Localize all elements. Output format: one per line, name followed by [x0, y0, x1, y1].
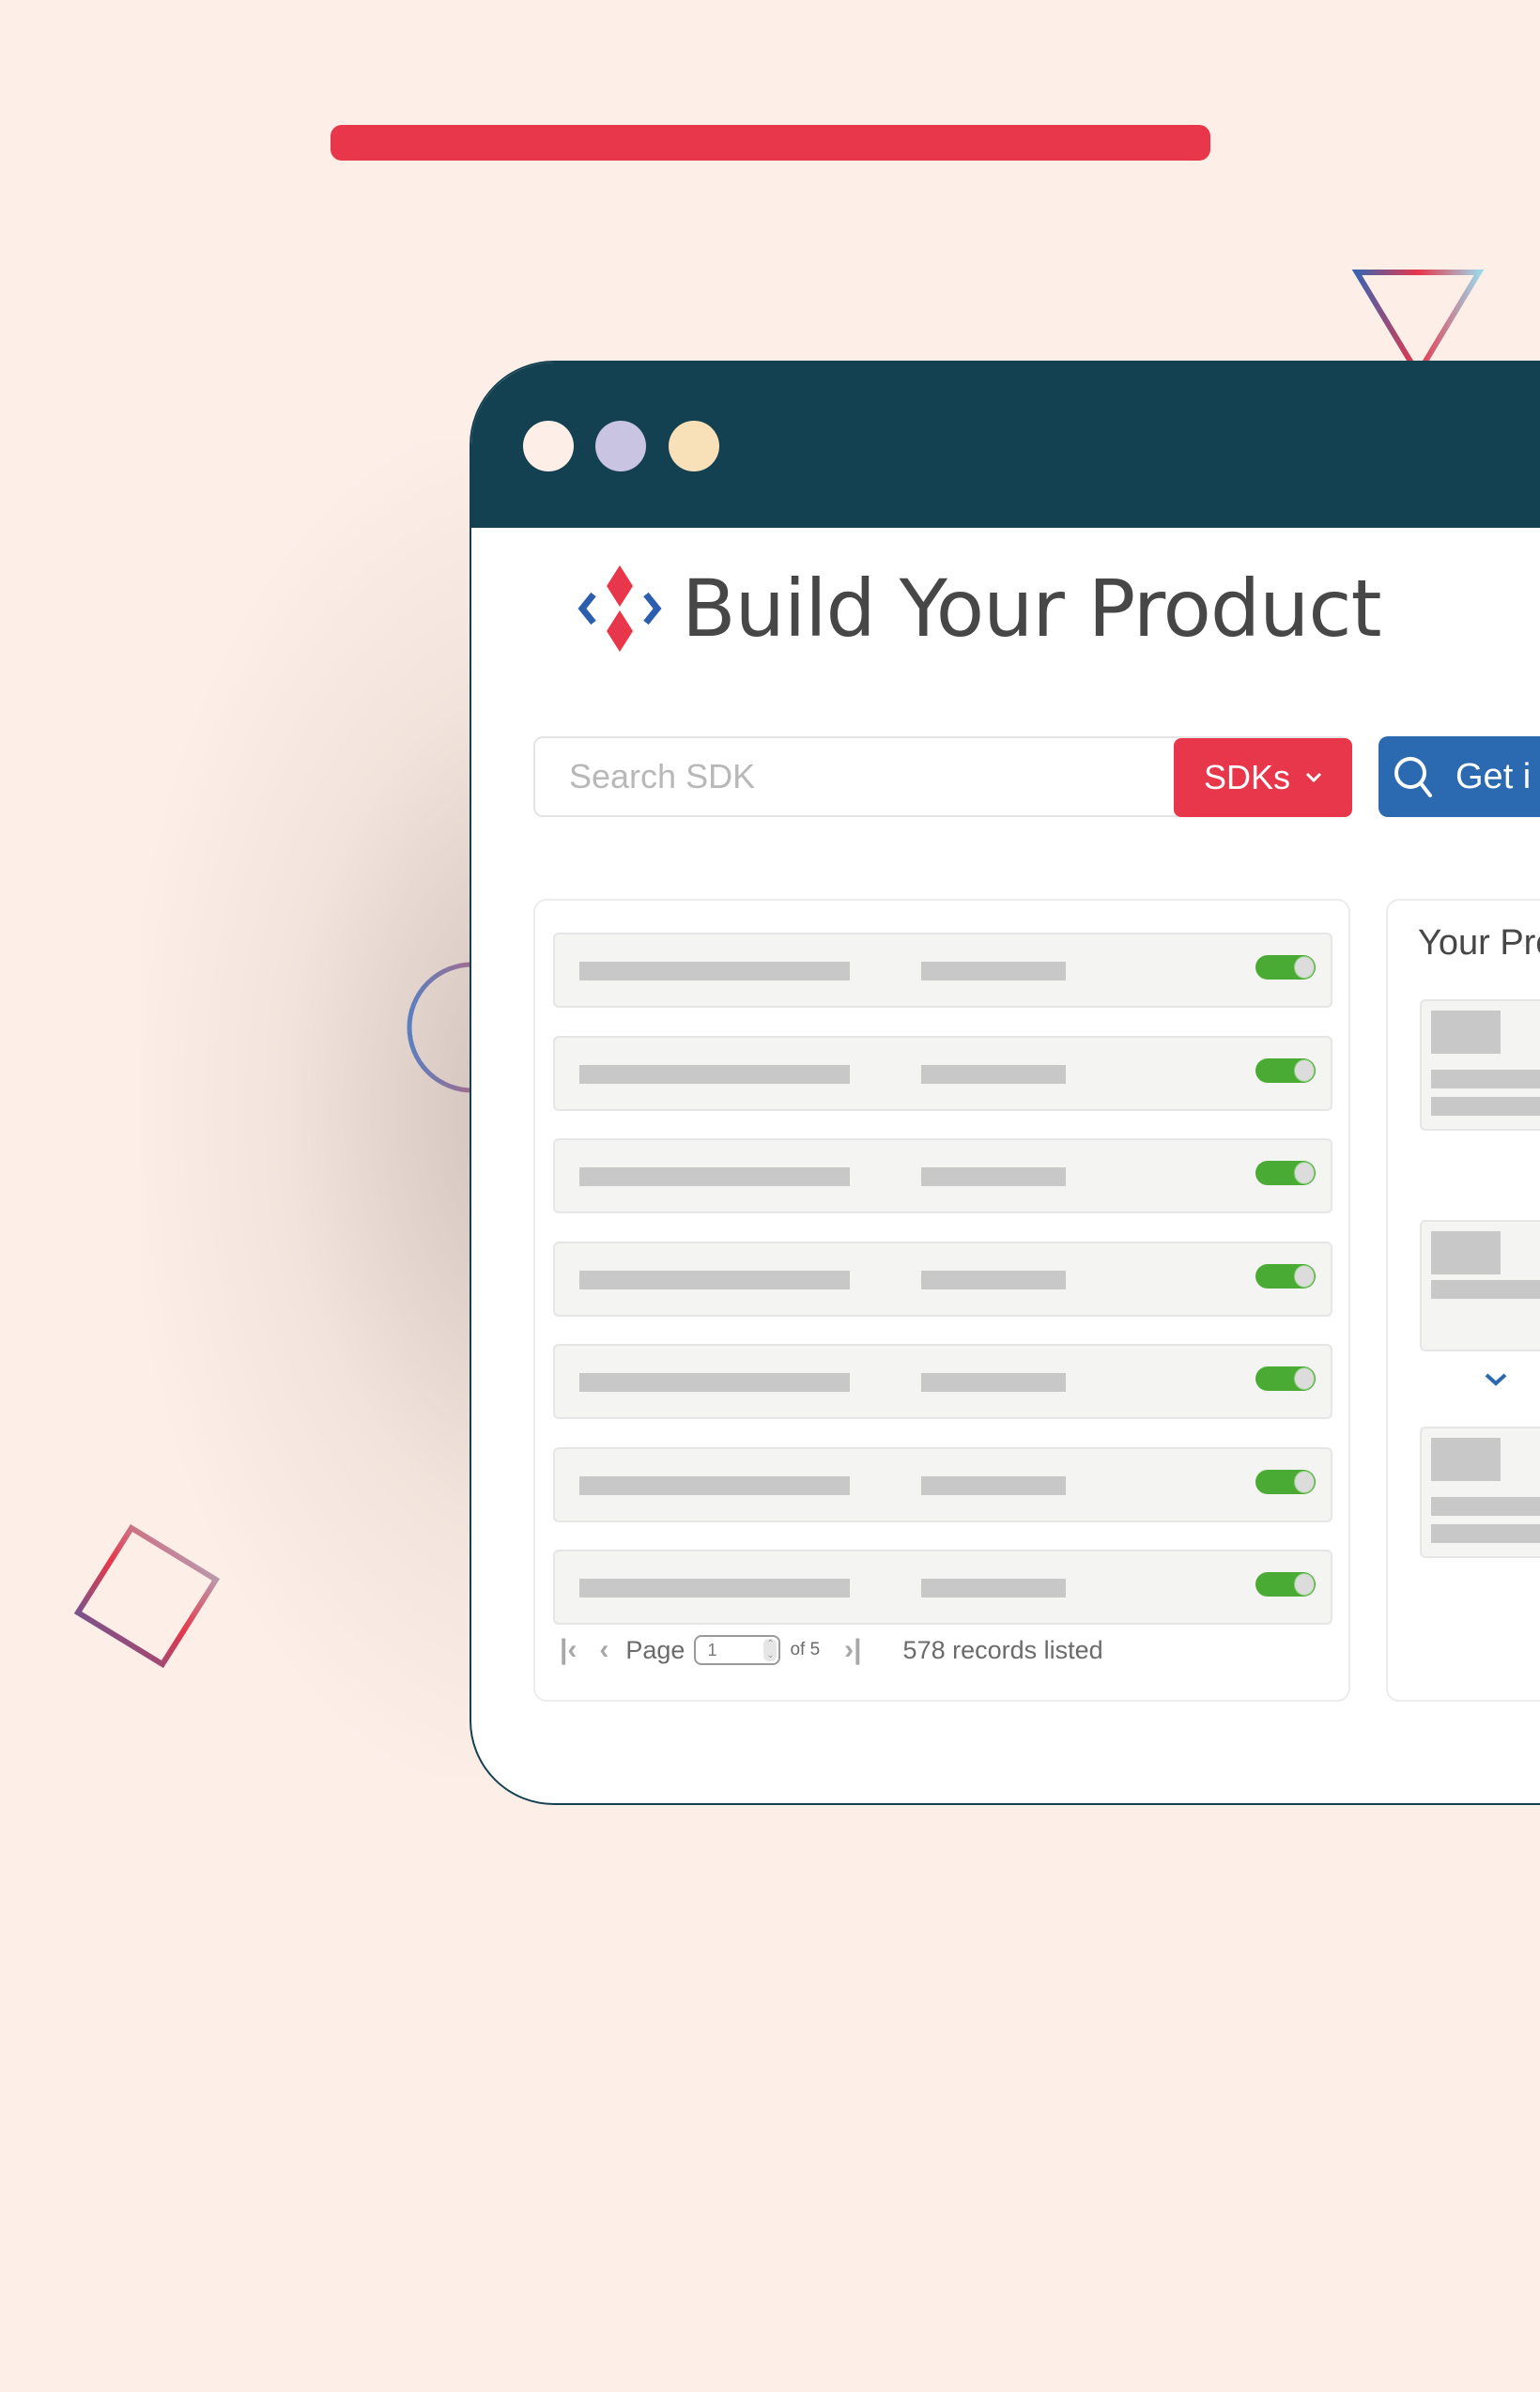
list-row[interactable] — [553, 1241, 1332, 1317]
row-value-placeholder — [921, 962, 1066, 980]
toggle-knob — [1294, 1264, 1315, 1288]
toggle-knob — [1294, 1470, 1315, 1493]
row-toggle[interactable] — [1255, 1572, 1316, 1597]
row-toggle[interactable] — [1255, 1161, 1316, 1185]
row-value-placeholder — [921, 1270, 1066, 1289]
row-toggle[interactable] — [1255, 955, 1316, 980]
page-title: Build Your Product — [682, 563, 1382, 655]
product-line — [1431, 1070, 1540, 1088]
search-input[interactable] — [535, 738, 1174, 815]
row-toggle[interactable] — [1255, 1263, 1316, 1289]
prev-page-icon[interactable]: ‹ — [599, 1634, 608, 1666]
list-row[interactable] — [553, 1446, 1332, 1522]
get-info-button[interactable]: Get i — [1378, 736, 1540, 817]
row-value-placeholder — [921, 1064, 1066, 1084]
page-label: Page — [625, 1635, 685, 1664]
top-accent-bar — [331, 125, 1210, 161]
toggle-knob — [1294, 1367, 1315, 1390]
page-total: of 5 — [790, 1640, 821, 1659]
expand-chevron-icon[interactable] — [1482, 1370, 1510, 1389]
list-row[interactable] — [553, 1344, 1332, 1419]
get-info-label: Get i — [1455, 756, 1532, 796]
row-name-placeholder — [579, 1373, 850, 1392]
brand-header: Build Your Product — [575, 562, 1382, 656]
product-thumbnail — [1431, 1011, 1501, 1054]
list-row[interactable] — [553, 933, 1332, 1008]
product-thumbnail — [1431, 1438, 1501, 1481]
toggle-knob — [1294, 1573, 1315, 1596]
product-line — [1431, 1280, 1540, 1299]
row-name-placeholder — [579, 1270, 850, 1289]
page-number-input[interactable]: 1 ⌃ ⌄ — [694, 1635, 781, 1665]
list-row[interactable] — [553, 1035, 1332, 1111]
row-name-placeholder — [579, 1064, 850, 1084]
row-name-placeholder — [579, 1475, 850, 1495]
toggle-knob — [1294, 956, 1315, 979]
product-thumbnail — [1431, 1231, 1501, 1274]
product-card[interactable] — [1420, 999, 1540, 1131]
app-window: Build Your Product SDKs Get i |‹ ‹ Page … — [470, 361, 1540, 1805]
row-value-placeholder — [921, 1475, 1066, 1495]
row-toggle[interactable] — [1255, 1366, 1316, 1391]
search-bar: SDKs — [533, 736, 1352, 817]
chevron-down-icon — [1305, 772, 1322, 783]
row-value-placeholder — [921, 1167, 1066, 1186]
page-stepper[interactable]: ⌃ ⌄ — [763, 1639, 778, 1661]
product-line — [1431, 1097, 1540, 1116]
window-titlebar — [471, 363, 1540, 528]
row-name-placeholder — [579, 962, 850, 980]
toggle-knob — [1294, 1162, 1315, 1184]
sdk-filter-label: SDKs — [1203, 758, 1291, 796]
sdk-filter-dropdown[interactable]: SDKs — [1174, 738, 1352, 817]
row-name-placeholder — [579, 1167, 850, 1186]
window-dot-close[interactable] — [523, 421, 574, 471]
pagination: |‹ ‹ Page 1 ⌃ ⌄ of 5 ›| 578 records liste… — [560, 1631, 1103, 1669]
list-row[interactable] — [553, 1138, 1332, 1213]
list-row[interactable] — [553, 1550, 1332, 1625]
first-page-icon[interactable]: |‹ — [560, 1634, 577, 1666]
window-dot-maximize[interactable] — [669, 421, 719, 471]
row-toggle[interactable] — [1255, 1469, 1316, 1494]
brand-logo-icon — [578, 565, 662, 652]
row-value-placeholder — [921, 1373, 1066, 1392]
row-value-placeholder — [921, 1579, 1066, 1597]
row-toggle[interactable] — [1255, 1057, 1316, 1083]
sdk-list-panel: |‹ ‹ Page 1 ⌃ ⌄ of 5 ›| 578 records liste… — [533, 899, 1350, 1702]
square-decoration-icon — [73, 1523, 221, 1669]
product-line — [1431, 1524, 1540, 1543]
search-icon — [1394, 757, 1432, 797]
toggle-knob — [1294, 1058, 1315, 1082]
product-card[interactable] — [1420, 1427, 1540, 1558]
window-dot-minimize[interactable] — [595, 421, 646, 471]
circle-decoration-icon — [407, 962, 474, 1093]
product-card[interactable] — [1420, 1220, 1540, 1351]
row-name-placeholder — [579, 1579, 850, 1597]
records-count: 578 records listed — [902, 1635, 1103, 1664]
your-products-title: Your Pro — [1418, 923, 1540, 963]
product-line — [1431, 1497, 1540, 1516]
your-products-panel: Your Pro — [1386, 899, 1540, 1702]
last-page-icon[interactable]: ›| — [844, 1634, 861, 1666]
